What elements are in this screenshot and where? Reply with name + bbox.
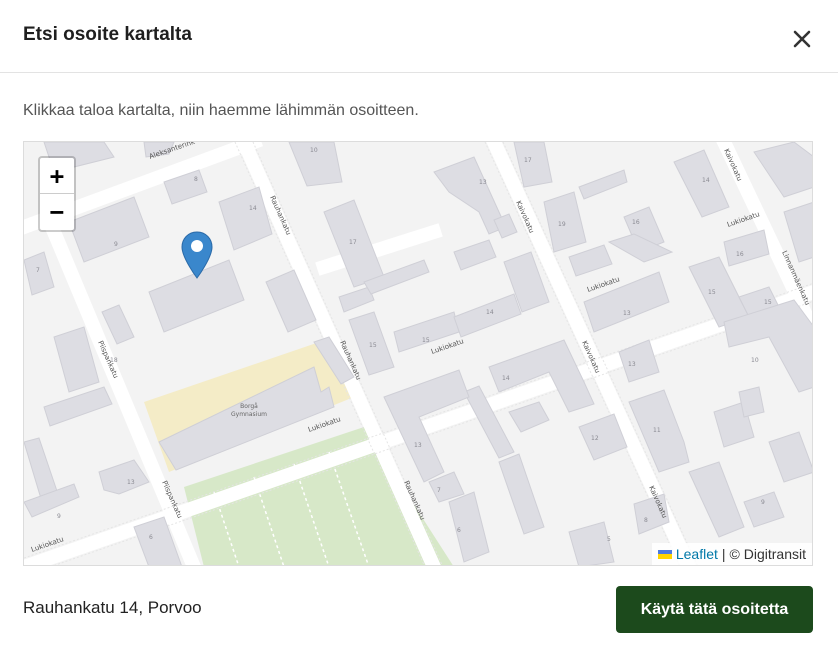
zoom-control: + − (38, 156, 76, 232)
use-address-button[interactable]: Käytä tätä osoitetta (616, 586, 813, 633)
street-label-lukiokatu-4: Lukiokatu (726, 210, 761, 229)
zoom-in-button[interactable]: + (40, 158, 74, 194)
svg-text:13: 13 (414, 442, 422, 449)
svg-text:6: 6 (457, 527, 461, 534)
map-tiles[interactable]: 10 17 17 13 19 16 14 14 15 15 15 16 15 1… (24, 142, 813, 566)
svg-text:17: 17 (349, 239, 357, 246)
leaflet-link[interactable]: Leaflet (676, 546, 718, 562)
zoom-out-button[interactable]: − (40, 194, 74, 229)
svg-text:13: 13 (479, 179, 487, 186)
dialog-title: Etsi osoite kartalta (23, 24, 192, 45)
svg-text:19: 19 (558, 221, 566, 228)
svg-text:15: 15 (369, 342, 377, 349)
selected-address: Rauhankatu 14, Porvoo (23, 598, 202, 617)
svg-text:15: 15 (422, 337, 430, 344)
svg-text:16: 16 (632, 219, 640, 226)
map-attribution: Leaflet | © Digitransit (651, 543, 812, 565)
svg-text:7: 7 (36, 267, 40, 274)
svg-text:14: 14 (249, 205, 257, 212)
svg-text:Gymnasium: Gymnasium (231, 411, 267, 418)
ukraine-flag-icon (657, 549, 672, 559)
svg-text:14: 14 (502, 375, 510, 382)
svg-text:10: 10 (751, 357, 759, 364)
svg-text:13: 13 (623, 310, 631, 317)
street-labels: Rauhankatu Rauhankatu Rauhankatu Lukioka… (30, 142, 811, 554)
svg-text:13: 13 (628, 361, 636, 368)
svg-text:Borgå: Borgå (240, 403, 258, 410)
svg-text:13: 13 (127, 479, 135, 486)
close-button[interactable] (786, 23, 818, 55)
attribution-provider: © Digitransit (729, 546, 806, 562)
svg-text:7: 7 (437, 487, 441, 494)
dialog-header: Etsi osoite kartalta (0, 0, 838, 73)
svg-text:12: 12 (591, 435, 599, 442)
svg-text:16: 16 (736, 251, 744, 258)
svg-text:15: 15 (708, 289, 716, 296)
svg-text:10: 10 (310, 147, 318, 154)
location-marker[interactable] (180, 230, 214, 285)
svg-text:17: 17 (524, 157, 532, 164)
svg-text:9: 9 (761, 499, 765, 506)
svg-text:14: 14 (702, 177, 710, 184)
svg-text:11: 11 (653, 427, 661, 434)
svg-text:6: 6 (149, 534, 153, 541)
map-marker-icon (181, 231, 213, 279)
svg-text:15: 15 (764, 299, 772, 306)
svg-text:8: 8 (644, 517, 648, 524)
instruction-text: Klikkaa taloa kartalta, niin haemme lähi… (23, 102, 419, 119)
svg-text:8: 8 (194, 176, 198, 183)
attribution-separator: | (721, 546, 726, 562)
svg-text:9: 9 (114, 241, 118, 248)
svg-text:9: 9 (57, 513, 61, 520)
street-label-lukiokatu-2: Lukiokatu (307, 415, 342, 434)
svg-text:5: 5 (607, 536, 611, 543)
close-icon (793, 30, 811, 48)
svg-text:14: 14 (486, 309, 494, 316)
address-map-dialog: Etsi osoite kartalta Klikkaa taloa karta… (0, 0, 838, 655)
map-view[interactable]: 10 17 17 13 19 16 14 14 15 15 15 16 15 1… (23, 141, 813, 566)
